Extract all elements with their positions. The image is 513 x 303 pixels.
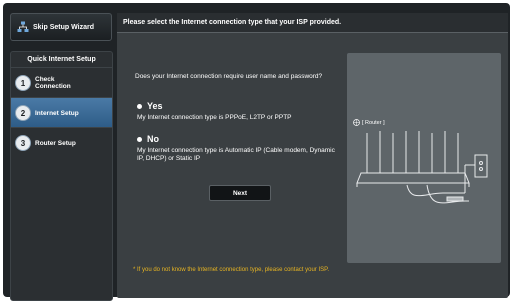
skip-setup-wizard-button[interactable]: Skip Setup Wizard xyxy=(10,13,112,41)
router-illustration: [ Router ] xyxy=(347,53,501,263)
step-number-3: 3 xyxy=(15,135,31,151)
question-text: Does your Internet connection require us… xyxy=(135,73,323,80)
step-label-line1: Check xyxy=(35,76,55,83)
step-check-connection[interactable]: 1 Check Connection xyxy=(11,67,112,98)
step-label: Router Setup xyxy=(35,139,76,147)
option-no-label: No xyxy=(147,134,159,144)
isp-note: * If you do not know the Internet connec… xyxy=(133,267,330,273)
radio-yes[interactable] xyxy=(137,104,142,109)
option-no-desc: My Internet connection type is Automatic… xyxy=(137,147,335,162)
option-yes-desc: My Internet connection type is PPPoE, L2… xyxy=(137,114,292,121)
step-number-1: 1 xyxy=(15,75,31,91)
page-title: Please select the Internet connection ty… xyxy=(117,13,508,33)
network-icon xyxy=(17,21,29,32)
skip-setup-wizard-label: Skip Setup Wizard xyxy=(33,23,95,31)
step-label: Check Connection xyxy=(35,76,71,90)
step-label-line2: Connection xyxy=(35,83,71,90)
step-router-setup[interactable]: 3 Router Setup xyxy=(11,127,112,158)
setup-wizard-window: Skip Setup Wizard Quick Internet Setup 1… xyxy=(3,3,510,301)
step-internet-setup[interactable]: 2 Internet Setup xyxy=(11,97,112,128)
sidebar-steps: Quick Internet Setup 1 Check Connection … xyxy=(10,51,113,301)
radio-no[interactable] xyxy=(137,137,142,142)
step-label: Internet Setup xyxy=(35,109,79,117)
sidebar-title: Quick Internet Setup xyxy=(27,56,96,63)
main-panel: Please select the Internet connection ty… xyxy=(117,13,508,298)
router-drawing-icon xyxy=(356,131,488,204)
step-number-2: 2 xyxy=(15,105,31,121)
option-yes-label: Yes xyxy=(147,101,163,111)
next-button[interactable]: Next xyxy=(209,185,271,201)
